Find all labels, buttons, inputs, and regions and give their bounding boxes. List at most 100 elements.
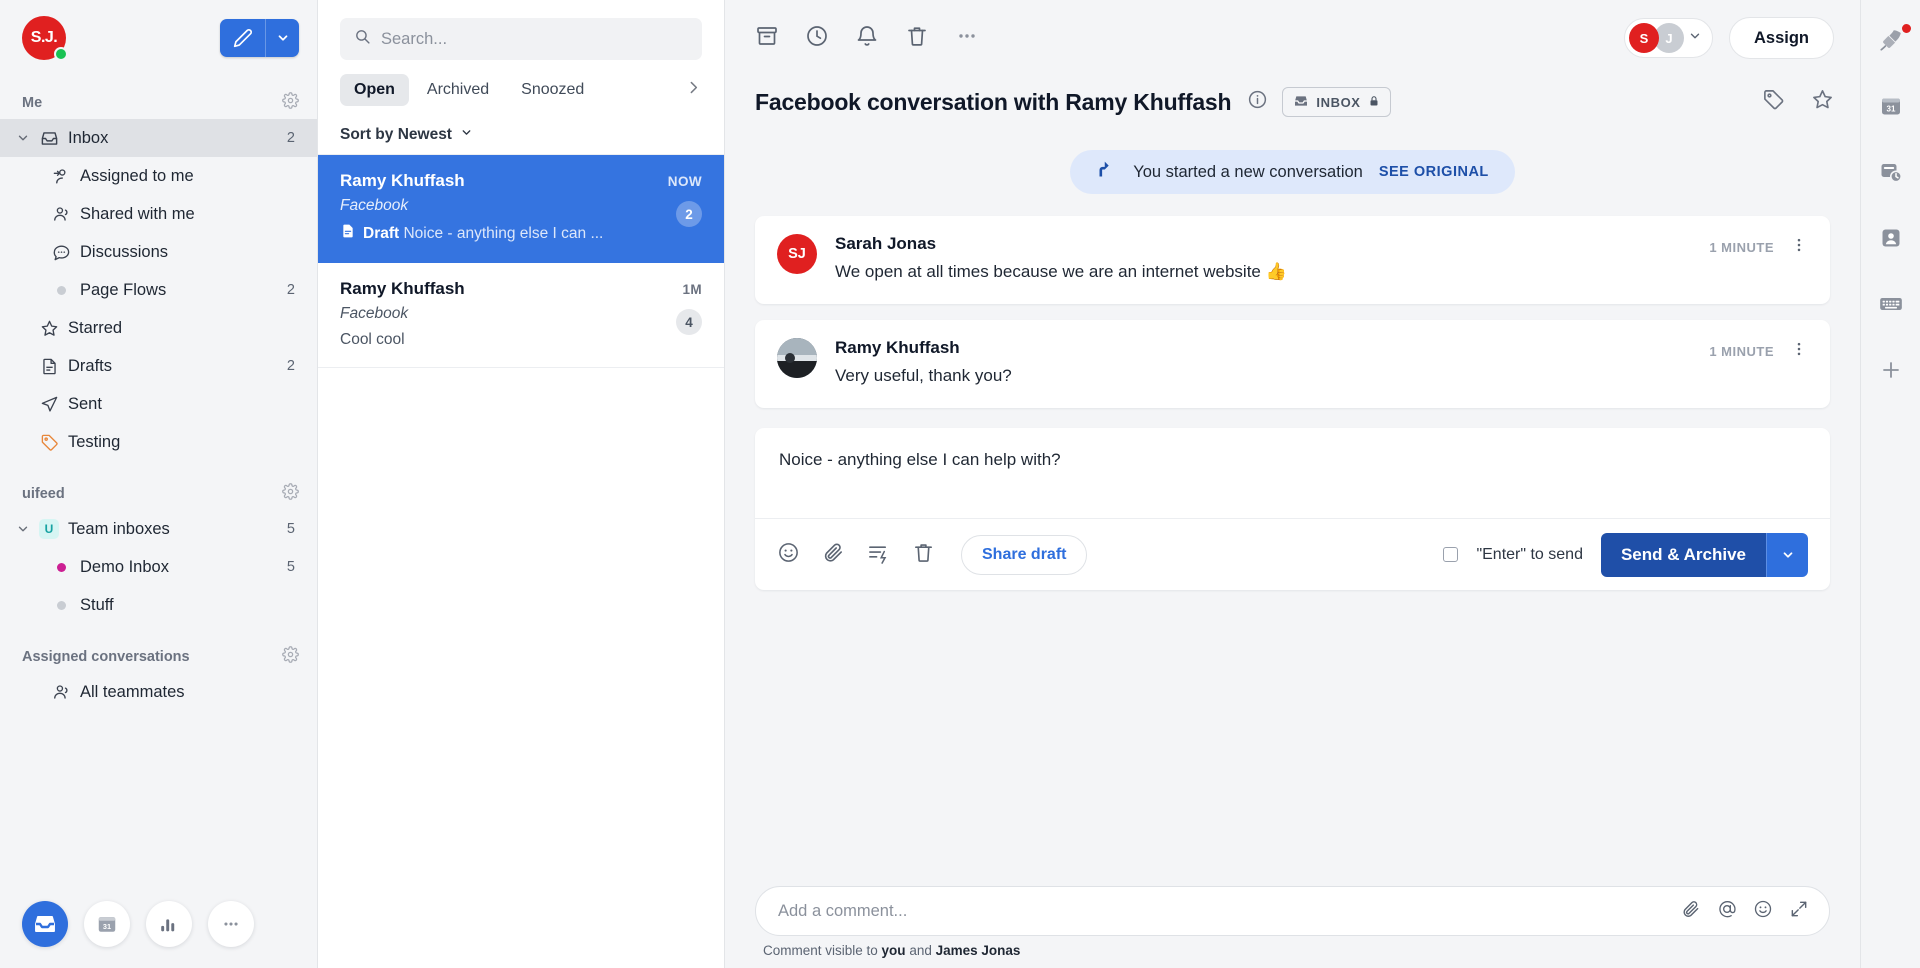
sidebar-item-inbox-count: 2 xyxy=(286,130,295,146)
snooze-clock-icon[interactable] xyxy=(805,24,829,53)
tab-archived[interactable]: Archived xyxy=(413,74,503,106)
reply-textarea[interactable]: Noice - anything else I can help with? xyxy=(755,428,1830,518)
tag-icon[interactable] xyxy=(1762,88,1785,116)
sidebar-item-starred[interactable]: Starred xyxy=(0,309,317,347)
send-options-dropdown-button[interactable] xyxy=(1766,532,1808,577)
tab-snoozed[interactable]: Snoozed xyxy=(507,74,598,106)
bell-icon[interactable] xyxy=(855,24,879,53)
compose-button[interactable] xyxy=(220,19,265,57)
sidebar-item-assigned-to-me-label: Assigned to me xyxy=(80,166,194,185)
archive-icon[interactable] xyxy=(755,24,779,53)
comment-input[interactable]: Add a comment... xyxy=(755,886,1830,936)
sidebar-item-starred-label: Starred xyxy=(68,318,123,337)
dock-calendar-button[interactable]: 31 xyxy=(84,901,130,947)
avatar: S xyxy=(1628,23,1659,53)
info-icon[interactable] xyxy=(1247,89,1268,115)
trash-icon[interactable] xyxy=(905,24,929,53)
expand-icon[interactable] xyxy=(1789,899,1809,924)
avatar-initials: SJ xyxy=(788,246,806,262)
sidebar-item-discussions[interactable]: Discussions xyxy=(0,233,317,271)
chevron-down-icon[interactable] xyxy=(12,522,34,536)
conversation-snippet-text: Cool cool xyxy=(340,331,405,348)
attachment-icon[interactable] xyxy=(822,541,845,569)
sidebar-item-shared-with-me-label: Shared with me xyxy=(80,204,195,223)
assign-button[interactable]: Assign xyxy=(1728,17,1834,59)
inbox-chip[interactable]: INBOX xyxy=(1282,87,1391,117)
sidebar-item-sent[interactable]: Sent xyxy=(0,385,317,423)
message-body: Sarah Jonas We open at all times because… xyxy=(835,234,1808,282)
enter-to-send-checkbox[interactable] xyxy=(1443,547,1459,562)
delete-draft-icon[interactable] xyxy=(912,541,935,569)
forward-arrow-icon xyxy=(1096,159,1117,185)
gear-icon[interactable] xyxy=(282,483,299,504)
keyboard-icon[interactable] xyxy=(1875,288,1907,320)
sidebar-item-team-inboxes[interactable]: U Team inboxes 5 xyxy=(0,510,317,548)
app-dock: 31 xyxy=(0,880,318,968)
system-banner: You started a new conversation SEE ORIGI… xyxy=(1070,150,1515,194)
user-avatar[interactable]: S.J. xyxy=(22,16,68,61)
conversation-count-badge: 2 xyxy=(676,201,702,227)
sidebar-item-demo-inbox[interactable]: Demo Inbox 5 xyxy=(0,548,317,586)
search-icon xyxy=(354,28,371,50)
sidebar-item-demo-inbox-count: 5 xyxy=(286,559,295,575)
list-tabs: Open Archived Snoozed xyxy=(318,72,724,118)
message-timestamp: 1 MINUTE xyxy=(1709,240,1774,255)
search-input[interactable]: Search... xyxy=(340,18,702,60)
snooze-icon[interactable] xyxy=(1875,156,1907,188)
tab-open[interactable]: Open xyxy=(340,74,409,106)
gear-icon[interactable] xyxy=(282,92,299,113)
message-more-icon[interactable] xyxy=(1790,236,1808,259)
system-banner-row: You started a new conversation SEE ORIGI… xyxy=(755,150,1830,194)
sidebar-section-me: Me xyxy=(0,70,317,119)
canned-response-icon[interactable] xyxy=(867,541,890,569)
sidebar-item-drafts-count: 2 xyxy=(286,358,295,374)
comment-note-you: you xyxy=(881,943,906,958)
send-and-archive-button[interactable]: Send & Archive xyxy=(1600,532,1766,577)
sidebar-item-drafts[interactable]: Drafts 2 xyxy=(0,347,317,385)
sidebar-item-assigned-to-me[interactable]: Assigned to me xyxy=(0,157,317,195)
sidebar-item-all-teammates[interactable]: All teammates xyxy=(0,673,317,711)
dock-reports-button[interactable] xyxy=(146,901,192,947)
message-meta: 1 MINUTE xyxy=(1709,236,1808,259)
mention-icon[interactable] xyxy=(1717,899,1737,924)
sidebar-header: S.J. xyxy=(0,0,317,70)
rocket-icon[interactable] xyxy=(1875,24,1911,56)
add-icon[interactable] xyxy=(1875,354,1907,386)
attachment-icon[interactable] xyxy=(1681,899,1701,924)
sidebar-item-shared-with-me[interactable]: Shared with me xyxy=(0,195,317,233)
conversation-list-item[interactable]: Ramy Khuffash 1M Facebook Cool cool 4 xyxy=(318,263,724,368)
conversation-snippet: Draft Noice - anything else I can ... xyxy=(363,225,603,243)
sidebar-item-inbox[interactable]: Inbox 2 xyxy=(0,119,317,157)
compose-dropdown-button[interactable] xyxy=(265,19,299,57)
assignee-selector[interactable]: S J xyxy=(1623,18,1713,58)
contact-icon[interactable] xyxy=(1875,222,1907,254)
inbox-chip-label: INBOX xyxy=(1316,94,1361,110)
star-icon[interactable] xyxy=(1811,88,1834,116)
share-draft-button[interactable]: Share draft xyxy=(961,534,1088,575)
sidebar-item-page-flows[interactable]: Page Flows 2 xyxy=(0,271,317,309)
sort-control[interactable]: Sort by Newest xyxy=(318,118,724,155)
dot-icon xyxy=(46,600,76,610)
sidebar-item-stuff[interactable]: Stuff xyxy=(0,586,317,624)
message-more-icon[interactable] xyxy=(1790,340,1808,363)
see-original-link[interactable]: SEE ORIGINAL xyxy=(1379,164,1489,180)
sidebar-item-testing[interactable]: Testing xyxy=(0,423,317,461)
chevron-down-icon xyxy=(460,126,473,144)
conversation-channel: Facebook xyxy=(340,197,409,214)
conversation-list-item[interactable]: Ramy Khuffash NOW Facebook Draft Noice -… xyxy=(318,155,724,263)
gear-icon[interactable] xyxy=(282,646,299,667)
dock-inbox-button[interactable] xyxy=(22,901,68,947)
chevron-down-icon[interactable] xyxy=(12,131,34,145)
emoji-icon[interactable] xyxy=(777,541,800,569)
sidebar-item-stuff-label: Stuff xyxy=(80,595,114,614)
send-button-group: Send & Archive xyxy=(1600,532,1808,577)
emoji-icon[interactable] xyxy=(1753,899,1773,924)
dot-icon xyxy=(46,285,76,295)
dock-more-button[interactable] xyxy=(208,901,254,947)
comment-placeholder: Add a comment... xyxy=(778,901,908,920)
chevron-right-icon[interactable] xyxy=(685,79,706,101)
comment-note-person: James Jonas xyxy=(935,943,1021,958)
more-options-icon[interactable] xyxy=(955,24,979,53)
calendar-icon[interactable]: 31 xyxy=(1875,90,1907,122)
sidebar-item-discussions-label: Discussions xyxy=(80,242,169,261)
